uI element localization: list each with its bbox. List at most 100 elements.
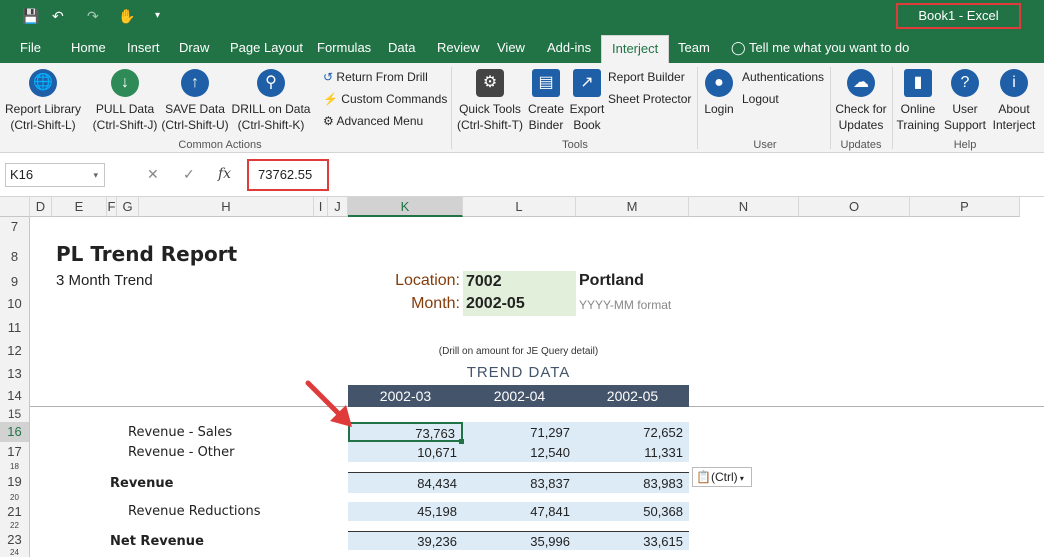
- amount-cell[interactable]: 83,837: [463, 476, 576, 491]
- redo-icon[interactable]: ↷: [87, 8, 99, 24]
- column-header[interactable]: H: [139, 197, 314, 217]
- amount-cell[interactable]: 47,841: [463, 504, 576, 519]
- save-data-button[interactable]: ↑ SAVE Data (Ctrl-Shift-U): [160, 63, 230, 133]
- custom-commands-button[interactable]: ⚡ Custom Commands: [323, 91, 447, 107]
- tab-formulas[interactable]: Formulas: [317, 33, 371, 63]
- function-icon[interactable]: fx: [218, 166, 231, 182]
- about-interject-button[interactable]: i About Interject: [989, 63, 1039, 133]
- selected-cell-k16[interactable]: 73,763: [348, 422, 463, 442]
- report-builder-button[interactable]: Report Builder: [608, 69, 685, 85]
- amount-cell[interactable]: 39,236: [348, 534, 463, 549]
- login-button[interactable]: ● Login: [700, 63, 738, 117]
- row-header[interactable]: 15: [0, 406, 30, 422]
- column-header[interactable]: J: [328, 197, 348, 217]
- row-header[interactable]: 12: [0, 339, 30, 362]
- amount-cell[interactable]: 33,615: [576, 534, 689, 549]
- quick-tools-button[interactable]: ⚙ Quick Tools (Ctrl-Shift-T): [455, 63, 525, 133]
- export-icon: ↗: [573, 69, 601, 97]
- ribbon: 🌐 Report Library (Ctrl-Shift-L) ↓ PULL D…: [0, 63, 1044, 153]
- row-header[interactable]: 18: [0, 462, 30, 471]
- column-header[interactable]: P: [910, 197, 1020, 217]
- location-input[interactable]: 7002: [463, 271, 576, 292]
- tab-add-ins[interactable]: Add-ins: [547, 33, 591, 63]
- column-header[interactable]: E: [52, 197, 107, 217]
- tab-page-layout[interactable]: Page Layout: [230, 33, 303, 63]
- row-header[interactable]: 21: [0, 502, 30, 521]
- online-training-button[interactable]: ▮ Online Training: [895, 63, 941, 133]
- amount-cell[interactable]: 71,297: [463, 425, 576, 440]
- drill-on-data-button[interactable]: ⚲ DRILL on Data (Ctrl-Shift-K): [231, 63, 311, 133]
- select-all-corner[interactable]: [0, 197, 30, 217]
- return-from-drill-button[interactable]: ↺ Return From Drill: [323, 69, 428, 85]
- tab-file[interactable]: File: [20, 33, 41, 63]
- name-box[interactable]: K16 ▾: [5, 163, 105, 187]
- tab-home[interactable]: Home: [71, 33, 106, 63]
- row-header[interactable]: 20: [0, 493, 30, 502]
- login-label: Login: [704, 102, 734, 116]
- row-header[interactable]: 10: [0, 292, 30, 316]
- amount-cell[interactable]: 72,652: [576, 425, 689, 440]
- customize-qat-icon[interactable]: ▾: [155, 8, 160, 24]
- column-header[interactable]: I: [314, 197, 328, 217]
- row-header[interactable]: 23: [0, 530, 30, 549]
- column-header[interactable]: O: [799, 197, 910, 217]
- row-header[interactable]: 8: [0, 236, 30, 271]
- column-header-selected[interactable]: K: [348, 197, 463, 217]
- undo-icon[interactable]: ↶: [52, 8, 64, 24]
- row-header[interactable]: 9: [0, 271, 30, 292]
- tab-view[interactable]: View: [497, 33, 525, 63]
- logout-button[interactable]: Logout: [742, 91, 779, 107]
- check-for-updates-button[interactable]: ☁ Check for Updates: [833, 63, 889, 133]
- amount-cell[interactable]: 35,996: [463, 534, 576, 549]
- sheet-protector-button[interactable]: Sheet Protector: [608, 91, 691, 107]
- row-header[interactable]: 14: [0, 385, 30, 406]
- amount-cell[interactable]: 50,368: [576, 504, 689, 519]
- tab-draw[interactable]: Draw: [179, 33, 209, 63]
- row-header[interactable]: 7: [0, 217, 30, 236]
- row-header[interactable]: 13: [0, 362, 30, 385]
- amount-cell[interactable]: 84,434: [348, 476, 463, 491]
- amount-cell[interactable]: 12,540: [463, 445, 576, 460]
- column-header[interactable]: N: [689, 197, 799, 217]
- column-header[interactable]: M: [576, 197, 689, 217]
- tell-me-box[interactable]: ◯ Tell me what you want to do: [731, 33, 909, 63]
- row-header-selected[interactable]: 16: [0, 422, 30, 442]
- row-header[interactable]: 19: [0, 471, 30, 493]
- fill-handle[interactable]: [459, 439, 464, 444]
- row-header[interactable]: 11: [0, 316, 30, 339]
- column-header[interactable]: L: [463, 197, 576, 217]
- tab-data[interactable]: Data: [388, 33, 415, 63]
- authentications-button[interactable]: Authentications: [742, 69, 824, 85]
- report-library-label: Report Library: [4, 102, 82, 116]
- touch-mode-icon[interactable]: ✋: [118, 8, 135, 24]
- pull-data-button[interactable]: ↓ PULL Data (Ctrl-Shift-J): [90, 63, 160, 133]
- month-input[interactable]: 2002-05: [463, 292, 576, 316]
- tab-interject[interactable]: Interject: [601, 35, 670, 63]
- row-header[interactable]: 24: [0, 549, 30, 557]
- user-support-button[interactable]: ? User Support: [941, 63, 989, 133]
- period-header: 2002-04: [463, 385, 576, 407]
- report-library-button[interactable]: 🌐 Report Library (Ctrl-Shift-L): [3, 63, 83, 133]
- cancel-icon[interactable]: ✕: [147, 166, 159, 183]
- amount-cell[interactable]: 11,331: [576, 445, 689, 460]
- row-header[interactable]: 22: [0, 521, 30, 530]
- chevron-down-icon[interactable]: ▾: [93, 164, 98, 186]
- tab-review[interactable]: Review: [437, 33, 480, 63]
- amount-cell[interactable]: 10,671: [348, 445, 463, 460]
- row-header[interactable]: 17: [0, 442, 30, 462]
- formula-input[interactable]: 73762.55: [247, 159, 329, 191]
- enter-icon[interactable]: ✓: [183, 166, 195, 183]
- column-header[interactable]: G: [117, 197, 139, 217]
- export-book-button[interactable]: ↗ Export Book: [567, 63, 607, 133]
- column-header[interactable]: D: [30, 197, 52, 217]
- save-icon[interactable]: 💾: [22, 8, 39, 24]
- tab-team[interactable]: Team: [678, 33, 710, 63]
- divider: [697, 67, 698, 149]
- amount-cell[interactable]: 83,983: [576, 476, 689, 491]
- column-header[interactable]: F: [107, 197, 117, 217]
- paste-options-button[interactable]: 📋(Ctrl) ▾: [692, 467, 752, 487]
- tab-insert[interactable]: Insert: [127, 33, 160, 63]
- advanced-menu-button[interactable]: ⚙ Advanced Menu: [323, 113, 423, 129]
- amount-cell[interactable]: 45,198: [348, 504, 463, 519]
- create-binder-button[interactable]: ▤ Create Binder: [525, 63, 567, 133]
